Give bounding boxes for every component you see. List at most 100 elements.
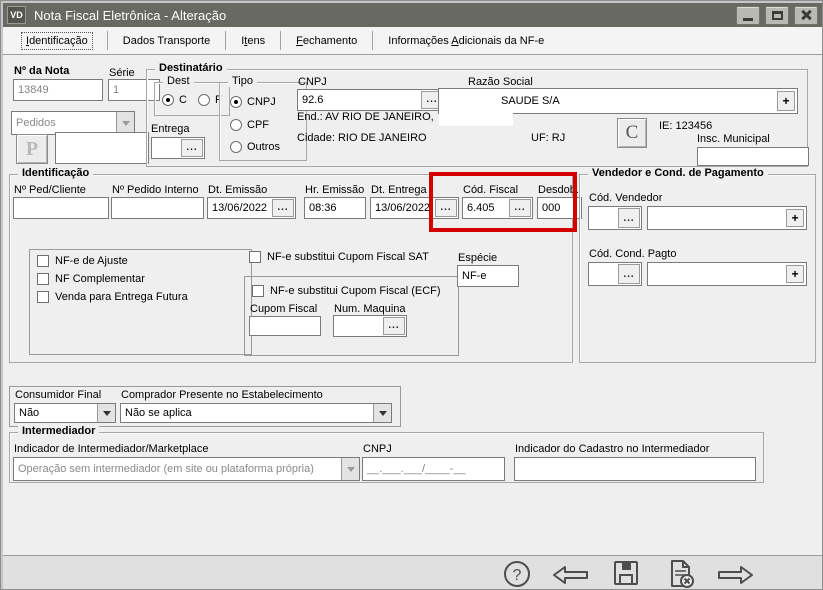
calendar-ellipsis-button[interactable]: ... xyxy=(272,199,294,217)
indicador-intermediador-label: Indicador de Intermediador/Marketplace xyxy=(14,443,208,455)
dropdown-arrow-icon xyxy=(97,404,115,422)
tipo-radio-cpf[interactable]: CPF xyxy=(230,119,269,131)
intermediador-cnpj-field[interactable]: __.___.___/____-__ xyxy=(362,457,505,481)
comprador-presente-dropdown[interactable]: Não se aplica xyxy=(120,403,392,423)
add-plus-button[interactable]: + xyxy=(786,209,804,227)
intermediador-cnpj-label: CNPJ xyxy=(363,443,392,455)
checkbox-venda-entrega-futura[interactable]: Venda para Entrega Futura xyxy=(37,291,188,303)
title-bar: VD Nota Fiscal Eletrônica - Alteração xyxy=(3,3,822,27)
minimize-icon xyxy=(743,18,753,21)
insc-municipal-field[interactable] xyxy=(697,147,809,166)
forward-arrow-icon xyxy=(717,563,755,587)
checkbox-substitui-sat[interactable]: NF-e substitui Cupom Fiscal SAT xyxy=(249,251,429,263)
window-title: Nota Fiscal Eletrônica - Alteração xyxy=(34,8,226,23)
tab-fechamento[interactable]: Fechamento xyxy=(281,27,372,54)
num-maquina-field[interactable]: ... xyxy=(333,315,407,337)
tab-itens[interactable]: Itens xyxy=(226,27,280,54)
vendedor-name-field[interactable]: + xyxy=(647,206,807,230)
checkbox-substitui-ecf[interactable]: NF-e substitui Cupom Fiscal (ECF) xyxy=(252,285,441,297)
lookup-ellipsis-button[interactable]: ... xyxy=(618,264,640,284)
nota-aux-field[interactable] xyxy=(55,132,149,164)
close-button[interactable] xyxy=(794,6,818,25)
vendedor-title: Vendedor e Cond. de Pagamento xyxy=(588,167,768,179)
radio-icon xyxy=(162,94,174,106)
cod-cond-pagto-field[interactable]: ... xyxy=(588,262,642,286)
serie-label: Série xyxy=(109,67,135,79)
checkbox-nfe-ajuste[interactable]: NF-e de Ajuste xyxy=(37,255,128,267)
forward-button[interactable] xyxy=(717,563,755,590)
pedido-interno-label: Nº Pedido Interno xyxy=(112,184,199,196)
checkbox-icon xyxy=(37,273,49,285)
cidade-text: Cidade: RIO DE JANEIRO xyxy=(297,132,427,144)
checkbox-icon xyxy=(249,251,261,263)
lookup-ellipsis-button[interactable]: ... xyxy=(383,317,405,335)
tab-informacoes-adicionais[interactable]: Informações Adicionais da NF-e xyxy=(373,27,559,54)
c-button[interactable]: C xyxy=(617,118,647,148)
radio-icon xyxy=(198,94,210,106)
app-window: VD Nota Fiscal Eletrônica - Alteração Id… xyxy=(0,0,823,590)
close-icon xyxy=(800,9,812,21)
dest-label: Dest xyxy=(163,75,194,87)
nota-field[interactable]: 13849 xyxy=(13,79,103,101)
add-plus-button[interactable]: + xyxy=(786,265,804,283)
consumidor-final-dropdown[interactable]: Não xyxy=(14,403,116,423)
identificacao-title: Identificação xyxy=(18,167,93,179)
save-floppy-icon xyxy=(611,558,641,588)
especie-label: Espécie xyxy=(458,252,497,264)
ie-text: IE: 123456 xyxy=(659,120,712,132)
checkbox-icon xyxy=(37,291,49,303)
indicador-intermediador-dropdown[interactable]: Operação sem intermediador (em site ou p… xyxy=(13,457,360,481)
add-plus-button[interactable]: + xyxy=(777,91,795,111)
maximize-button[interactable] xyxy=(765,6,789,25)
hr-emissao-field[interactable]: 08:36 xyxy=(304,197,366,219)
back-arrow-icon xyxy=(551,563,589,587)
minimize-button[interactable] xyxy=(736,6,760,25)
tab-dados-transporte[interactable]: Dados Transporte xyxy=(108,27,225,54)
cadastro-intermediador-field[interactable] xyxy=(514,457,756,481)
lookup-ellipsis-button[interactable]: ... xyxy=(618,208,640,228)
tipo-radio-outros[interactable]: Outros xyxy=(230,141,280,153)
consumidor-final-label: Consumidor Final xyxy=(15,389,101,401)
razao-social-label: Razão Social xyxy=(468,76,533,88)
radio-icon xyxy=(230,119,242,131)
dest-radio-c[interactable]: C xyxy=(162,94,187,106)
cond-pagto-name-field[interactable]: + xyxy=(647,262,807,286)
app-icon: VD xyxy=(7,6,26,24)
comprador-presente-label: Comprador Presente no Estabelecimento xyxy=(121,389,323,401)
cupom-fiscal-field[interactable] xyxy=(249,316,321,336)
pedido-interno-field[interactable] xyxy=(111,197,204,219)
insc-municipal-label: Insc. Municipal xyxy=(697,133,770,145)
save-button[interactable] xyxy=(611,558,641,590)
dt-emissao-label: Dt. Emissão xyxy=(208,184,267,196)
nota-label: Nº da Nota xyxy=(14,65,69,77)
tab-identificacao[interactable]: Identificação xyxy=(7,27,107,54)
cod-vendedor-label: Cód. Vendedor xyxy=(589,192,662,204)
intermediador-title: Intermediador xyxy=(18,425,99,437)
bottom-toolbar xyxy=(3,555,822,589)
p-button[interactable]: P xyxy=(16,134,48,164)
dt-entrega-label: Dt. Entrega xyxy=(371,184,427,196)
num-maquina-label: Num. Maquina xyxy=(334,303,406,315)
uf-text: UF: RJ xyxy=(531,132,565,144)
radio-icon xyxy=(230,96,242,108)
dropdown-arrow-icon xyxy=(373,404,391,422)
cupom-fiscal-label: Cupom Fiscal xyxy=(250,303,317,315)
cnpj-field[interactable]: 92.6... xyxy=(297,89,445,111)
dropdown-arrow-icon xyxy=(116,112,134,134)
dt-emissao-field[interactable]: 13/06/2022... xyxy=(207,197,296,219)
cancel-document-button[interactable] xyxy=(664,558,696,590)
help-button[interactable]: ? xyxy=(502,559,532,590)
especie-field[interactable]: NF-e xyxy=(457,265,519,287)
back-button[interactable] xyxy=(551,563,589,590)
cod-vendedor-field[interactable]: ... xyxy=(588,206,642,230)
checkbox-nf-complementar[interactable]: NF Complementar xyxy=(37,273,145,285)
help-icon: ? xyxy=(502,559,532,589)
ped-cliente-field[interactable] xyxy=(13,197,109,219)
lookup-ellipsis-button[interactable]: ... xyxy=(181,139,203,157)
hr-emissao-label: Hr. Emissão xyxy=(305,184,364,196)
svg-text:?: ? xyxy=(513,567,522,584)
tipo-radio-cnpj[interactable]: CNPJ xyxy=(230,96,276,108)
entrega-field[interactable]: ... xyxy=(151,137,205,159)
radio-icon xyxy=(230,141,242,153)
ped-cliente-label: Nº Ped/Cliente xyxy=(14,184,86,196)
